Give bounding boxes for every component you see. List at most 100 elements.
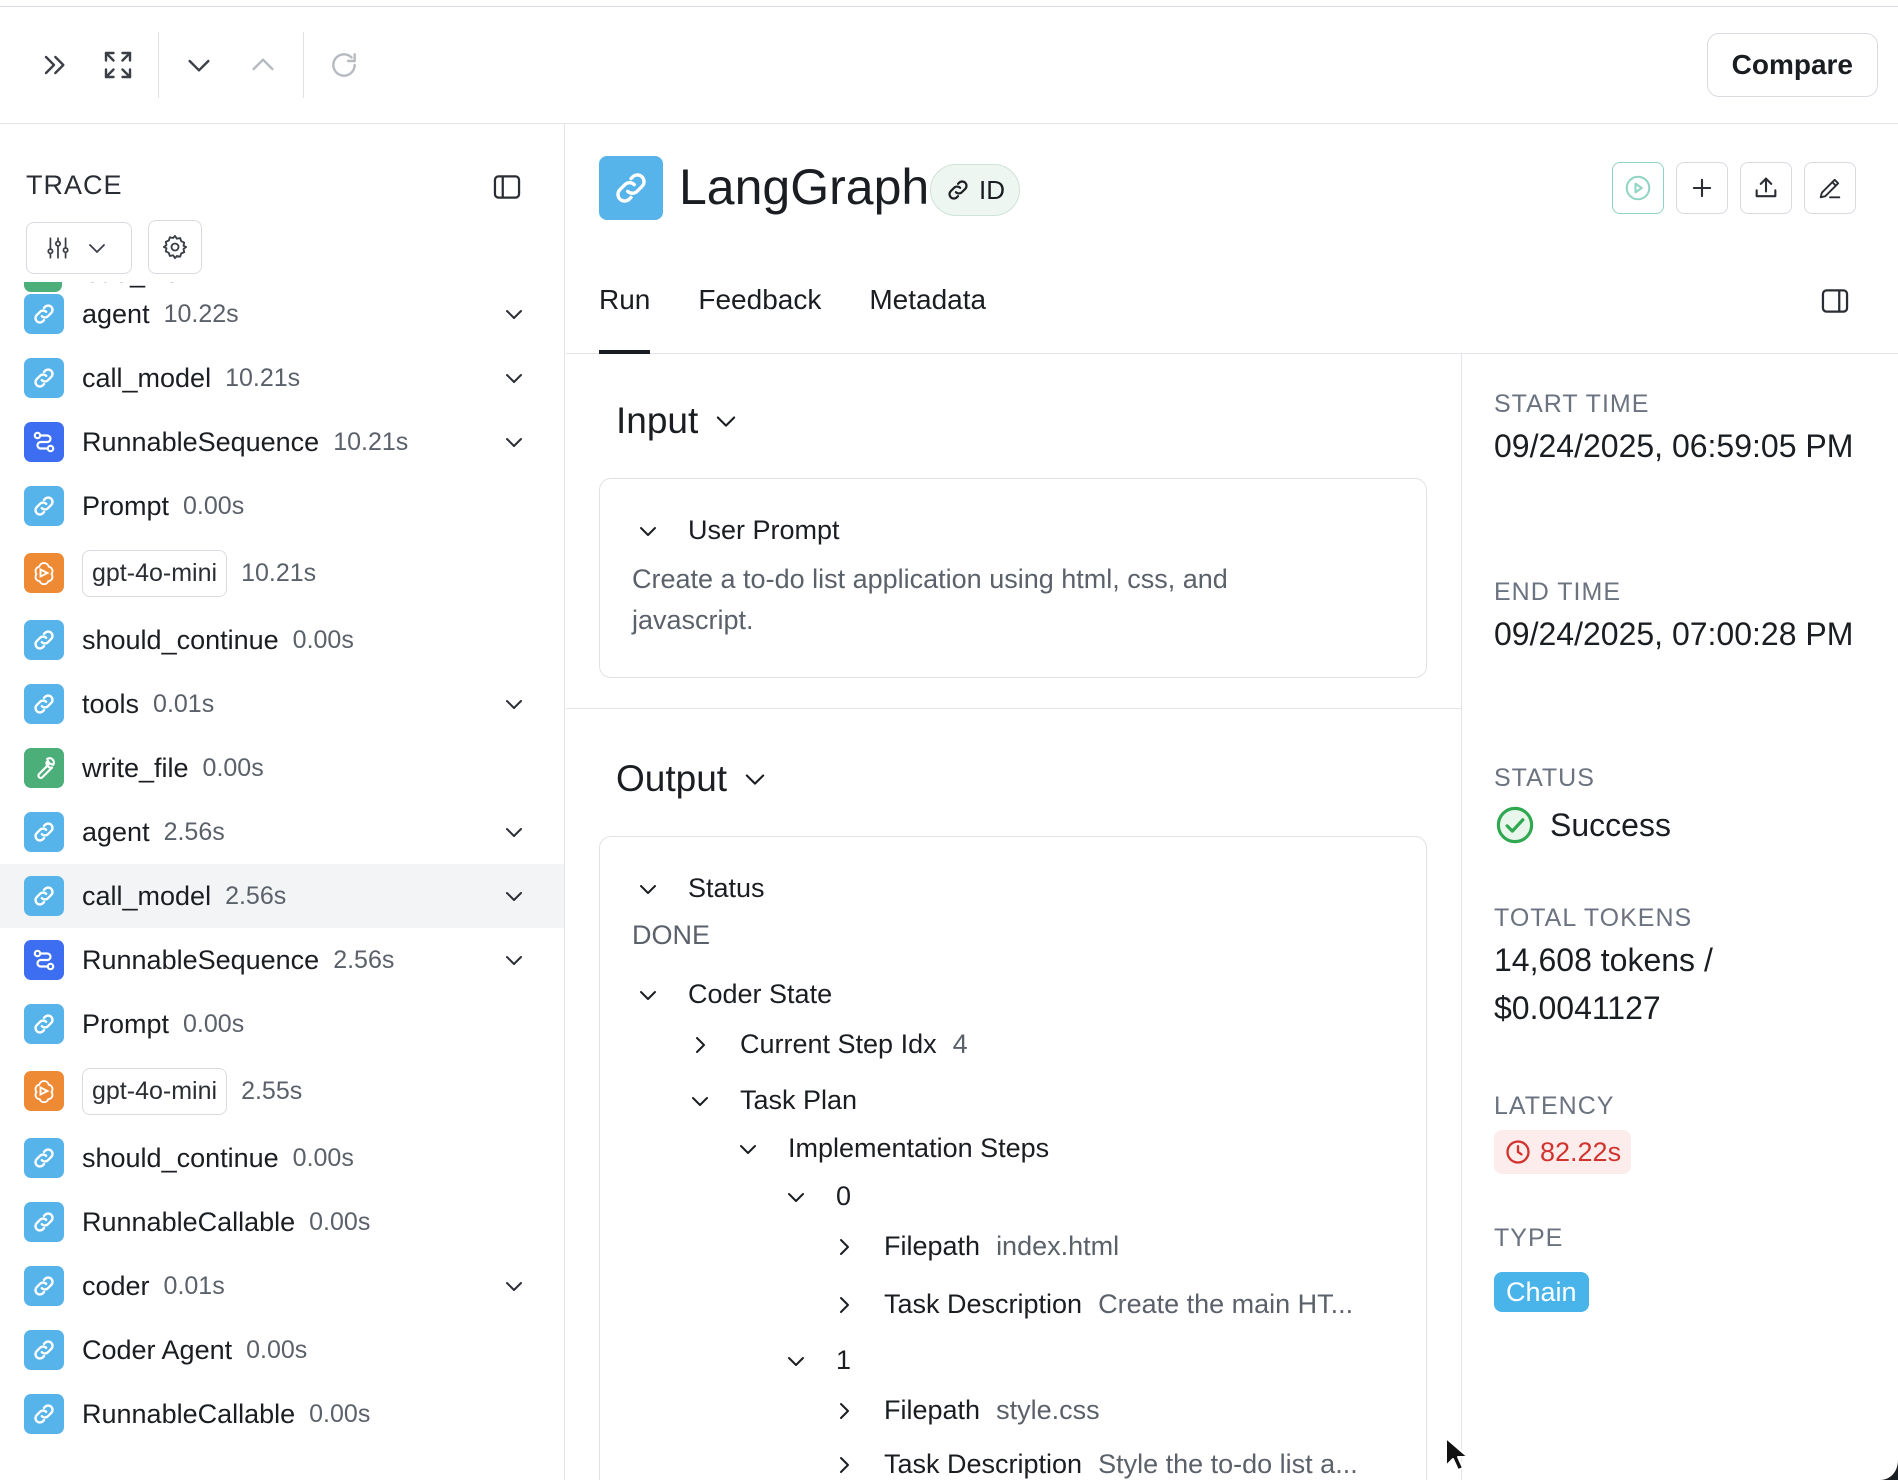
trace-settings-button[interactable]: [148, 220, 202, 274]
chevron-down-icon[interactable]: [502, 1274, 526, 1298]
trace-row[interactable]: should_continue 0.00s: [0, 608, 564, 672]
trace-row[interactable]: gpt-4o-mini 2.55s: [0, 1056, 564, 1126]
trace-row[interactable]: Prompt 0.00s: [0, 992, 564, 1056]
copy-id-button[interactable]: ID: [930, 164, 1020, 216]
chevron-right-icon: [696, 1036, 705, 1053]
toolbar-divider: [303, 32, 304, 98]
collapse-trace-panel-button[interactable]: [490, 170, 524, 204]
chevron-right-icon: [840, 1402, 849, 1419]
tab-metadata[interactable]: Metadata: [869, 274, 986, 354]
trace-row-duration: 0.00s: [309, 1399, 371, 1428]
trace-row-duration: 0.01s: [153, 689, 215, 718]
trace-row[interactable]: coder 0.01s: [0, 1254, 564, 1318]
trace-row-duration: 0.00s: [183, 1009, 245, 1038]
trace-row[interactable]: Coder Agent 0.00s: [0, 1318, 564, 1382]
app-root: Compare agent 10.22s call_model 10.21s Runna…: [0, 0, 1898, 1480]
trace-row[interactable]: Prompt 0.00s: [0, 474, 564, 538]
playground-button[interactable]: [1612, 162, 1664, 214]
trace-row[interactable]: RunnableCallable 0.00s: [0, 1382, 564, 1446]
chevron-down-icon: [640, 526, 656, 536]
task-description-value: Style the to-do list a...: [1098, 1449, 1358, 1479]
trace-row[interactable]: RunnableCallable 0.00s: [0, 1190, 564, 1254]
trace-row[interactable]: gpt-4o-mini 10.21s: [0, 538, 564, 608]
share-button[interactable]: [1740, 162, 1792, 214]
trace-row-name: agent: [82, 816, 150, 847]
filepath-value: style.css: [996, 1395, 1100, 1425]
openai-icon: [24, 1071, 64, 1111]
trace-row[interactable]: RunnableSequence 2.56s: [0, 928, 564, 992]
chevron-down-icon[interactable]: [502, 948, 526, 972]
add-button[interactable]: [1676, 162, 1728, 214]
chevron-right-icon: [840, 1296, 849, 1313]
user-prompt-toggle[interactable]: User Prompt: [636, 515, 840, 546]
trace-row[interactable]: call_model 10.21s: [0, 346, 564, 410]
expand-panel-button[interactable]: [22, 33, 86, 97]
trace-row[interactable]: RunnableSequence 10.21s: [0, 410, 564, 474]
chevron-down-icon[interactable]: [502, 302, 526, 326]
trace-row-name: Prompt: [82, 1008, 170, 1039]
task-description-key: Task Description: [884, 1289, 1083, 1319]
trace-row-duration: 2.56s: [333, 945, 395, 974]
current-step-toggle[interactable]: Current Step Idx 4: [688, 1029, 968, 1060]
step-index: 0: [836, 1181, 852, 1211]
status-toggle[interactable]: Status: [636, 873, 765, 904]
filepath-toggle[interactable]: Filepath index.html: [832, 1231, 1119, 1262]
upload-icon: [1755, 177, 1777, 198]
filepath-toggle[interactable]: Filepath style.css: [832, 1395, 1100, 1426]
input-title: Input: [616, 400, 699, 441]
input-card: User Prompt Create a to-do list applicat…: [599, 478, 1427, 678]
next-run-button[interactable]: [167, 33, 231, 97]
chevron-down-icon[interactable]: [502, 366, 526, 390]
previous-run-button[interactable]: [231, 33, 295, 97]
implementation-steps-toggle[interactable]: Implementation Steps: [736, 1133, 1049, 1164]
chain-icon: [24, 486, 64, 526]
trace-row[interactable]: should_continue 0.00s: [0, 1126, 564, 1190]
coder-state-toggle[interactable]: Coder State: [636, 979, 832, 1010]
trace-row[interactable]: tools 0.01s: [0, 672, 564, 736]
toggle-details-panel-button[interactable]: [1818, 284, 1852, 318]
compare-button[interactable]: Compare: [1706, 33, 1878, 97]
double-chevron-right-icon: [44, 55, 65, 75]
task-description-toggle[interactable]: Task Description Create the main HT...: [832, 1289, 1353, 1320]
trace-filter-dropdown[interactable]: [26, 222, 132, 274]
chain-icon: [24, 1266, 64, 1306]
fullscreen-button[interactable]: [86, 33, 150, 97]
task-plan-toggle[interactable]: Task Plan: [688, 1085, 857, 1116]
trace-row-name: should_continue: [82, 624, 279, 655]
toolbar-divider: [158, 32, 159, 98]
type-badge: Chain: [1494, 1272, 1589, 1312]
trace-row-name: RunnableSequence: [82, 944, 320, 975]
start-time-label: START TIME: [1494, 390, 1650, 418]
chain-icon: [24, 620, 64, 660]
chevron-down-icon[interactable]: [502, 692, 526, 716]
chain-icon: [24, 876, 64, 916]
chain-icon: [24, 1004, 64, 1044]
task-description-toggle[interactable]: Task Description Style the to-do list a.…: [832, 1449, 1358, 1480]
tab-feedback[interactable]: Feedback: [698, 274, 821, 354]
trace-row-duration: 10.21s: [333, 427, 409, 456]
trace-row-duration: 2.56s: [163, 817, 225, 846]
edit-button[interactable]: [1804, 162, 1856, 214]
trace-row-duration: 0.01s: [163, 1271, 225, 1300]
input-section-toggle[interactable]: Input: [616, 400, 740, 442]
trace-row-name: gpt-4o-mini: [82, 1067, 228, 1115]
chevron-down-icon[interactable]: [502, 820, 526, 844]
refresh-button[interactable]: [312, 33, 376, 97]
end-time-value: 09/24/2025, 07:00:28 PM: [1494, 616, 1854, 652]
step-index-toggle[interactable]: 1: [784, 1345, 851, 1376]
task-plan-key: Task Plan: [740, 1085, 858, 1115]
tab-run[interactable]: Run: [599, 274, 651, 354]
chevron-down-icon[interactable]: [502, 430, 526, 454]
output-section-toggle[interactable]: Output: [616, 758, 769, 800]
chevron-down-icon: [745, 774, 765, 785]
trace-row[interactable]: write_file 0.00s: [0, 736, 564, 800]
trace-row[interactable]: agent 2.56s: [0, 800, 564, 864]
chevron-down-icon[interactable]: [502, 884, 526, 908]
trace-row[interactable]: call_model 2.56s: [0, 864, 564, 928]
chevron-down-icon: [692, 1096, 708, 1106]
chain-icon: [24, 1202, 64, 1242]
trace-row-name: Coder Agent: [82, 1334, 233, 1365]
step-index-toggle[interactable]: 0: [784, 1181, 851, 1212]
status-indicator: Success: [1494, 804, 1671, 846]
user-prompt-label: User Prompt: [688, 515, 840, 545]
